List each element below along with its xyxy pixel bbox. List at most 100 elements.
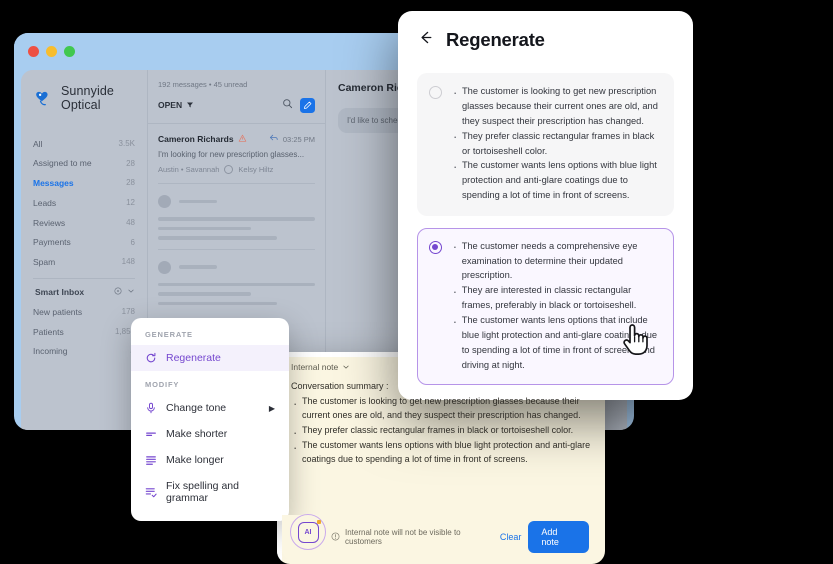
menu-item-regenerate[interactable]: Regenerate bbox=[131, 345, 289, 371]
menu-section-modify: MODIFY bbox=[145, 380, 180, 389]
spellcheck-icon bbox=[145, 486, 157, 498]
close-window-button[interactable] bbox=[28, 46, 39, 57]
placeholder-bar bbox=[158, 301, 278, 305]
ai-assist-button[interactable]: AI bbox=[290, 514, 326, 550]
compose-button[interactable] bbox=[300, 97, 315, 113]
placeholder-bar bbox=[158, 217, 315, 221]
avatar bbox=[224, 165, 234, 174]
brand: Sunnyide Optical bbox=[33, 84, 135, 112]
sidebar-divider bbox=[33, 278, 135, 280]
sidebar-item-label: Messages bbox=[33, 178, 74, 188]
minimize-window-button[interactable] bbox=[46, 46, 57, 57]
brand-name: Sunnyide Optical bbox=[61, 84, 114, 112]
sidebar-item-leads[interactable]: Leads 12 bbox=[33, 193, 135, 213]
menu-item-make-shorter[interactable]: Make shorter bbox=[131, 421, 289, 447]
note-hint-text: Internal note will not be visible to cus… bbox=[345, 528, 461, 546]
filter-icon bbox=[187, 102, 194, 108]
sidebar-item-label: All bbox=[33, 138, 43, 149]
placeholder-bar bbox=[179, 199, 217, 204]
maximize-window-button[interactable] bbox=[64, 46, 75, 57]
info-icon bbox=[331, 532, 340, 543]
sidebar-item-incoming[interactable]: Incoming 4 bbox=[33, 342, 135, 362]
filter-label: OPEN bbox=[158, 100, 183, 110]
ai-actions-context-menu: GENERATE Regenerate MODIFY Change tone ▶… bbox=[131, 318, 289, 521]
sidebar-item-new-patients[interactable]: New patients 178 bbox=[33, 302, 135, 322]
message-list-meta: 192 messages • 45 unread bbox=[158, 80, 248, 89]
menu-item-label: Regenerate bbox=[166, 352, 221, 364]
note-visibility-hint: Internal note will not be visible to cus… bbox=[331, 528, 493, 546]
sidebar-item-count: 28 bbox=[126, 178, 135, 188]
list-item[interactable] bbox=[158, 248, 315, 315]
sidebar-section-smart-inbox[interactable]: Smart Inbox bbox=[33, 284, 135, 302]
info-icon[interactable] bbox=[114, 287, 122, 297]
option-bullet-list: The customer is looking to get new presc… bbox=[452, 83, 663, 203]
add-note-button[interactable]: Add note bbox=[528, 521, 589, 553]
chevron-down-icon[interactable] bbox=[127, 287, 135, 297]
sidebar-item-label: New patients bbox=[33, 306, 83, 317]
sidebar-item-label: Reviews bbox=[33, 217, 66, 228]
screen: Sunnyide Optical All 3.5K Assigned to me… bbox=[0, 0, 833, 564]
message-tags: Austin • Savannah bbox=[158, 165, 220, 174]
internal-note-type-dropdown[interactable]: Internal note bbox=[291, 362, 591, 372]
radio-button[interactable] bbox=[428, 240, 442, 254]
message-sender-name: Cameron Richards bbox=[158, 134, 234, 144]
reply-icon bbox=[269, 133, 279, 145]
sidebar-item-label: Assigned to me bbox=[33, 158, 92, 169]
option-bullet: The customer is looking to get new presc… bbox=[452, 83, 663, 129]
option-bullet: They prefer classic rectangular frames i… bbox=[452, 127, 663, 159]
note-summary-title: Conversation summary : bbox=[291, 381, 389, 391]
chevron-down-icon bbox=[343, 365, 349, 369]
regenerate-option-1[interactable]: The customer is looking to get new presc… bbox=[417, 73, 674, 216]
refresh-icon bbox=[145, 352, 157, 364]
internal-note-label: Internal note bbox=[291, 362, 339, 372]
clear-button[interactable]: Clear bbox=[500, 532, 522, 542]
option-bullet: The customer needs a comprehensive eye e… bbox=[452, 237, 664, 284]
sidebar-item-count: 148 bbox=[121, 257, 135, 267]
ai-badge-label: AI bbox=[304, 528, 312, 536]
sidebar-item-reviews[interactable]: Reviews 48 bbox=[33, 213, 135, 233]
sidebar-item-label: Patients bbox=[33, 326, 64, 337]
sparkle-icon bbox=[316, 519, 321, 524]
placeholder-bar bbox=[158, 236, 278, 240]
note-bullet: They prefer classic rectangular frames i… bbox=[291, 423, 591, 443]
message-timestamp: 03:25 PM bbox=[282, 134, 315, 144]
sidebar-item-all[interactable]: All 3.5K bbox=[33, 134, 135, 154]
placeholder-bar bbox=[158, 292, 251, 296]
message-assignee: Kelsy Hiltz bbox=[238, 165, 274, 174]
ai-icon: AI bbox=[297, 519, 321, 543]
radio-button[interactable] bbox=[429, 86, 442, 99]
sidebar-item-spam[interactable]: Spam 148 bbox=[33, 253, 135, 273]
sidebar-item-assigned-to-me[interactable]: Assigned to me 28 bbox=[33, 154, 135, 174]
search-icon[interactable] bbox=[282, 96, 293, 114]
message-snippet: I'm looking for new prescription glasses… bbox=[158, 150, 305, 159]
avatar bbox=[158, 195, 171, 208]
placeholder-bar bbox=[158, 226, 251, 230]
list-item[interactable] bbox=[158, 183, 315, 249]
menu-item-label: Make shorter bbox=[166, 428, 228, 440]
menu-item-make-longer[interactable]: Make longer bbox=[131, 447, 289, 473]
chevron-right-icon: ▶ bbox=[268, 403, 275, 413]
list-item[interactable]: Cameron Richards 03:25 PM I'm looking fo… bbox=[158, 133, 315, 183]
note-bullet-list: The customer is looking to get new presc… bbox=[291, 394, 591, 467]
app-logo-icon bbox=[33, 89, 52, 108]
note-bullet: The customer is looking to get new presc… bbox=[291, 394, 591, 423]
sidebar-item-label: Payments bbox=[33, 237, 71, 248]
longer-icon bbox=[145, 454, 157, 466]
sidebar-item-payments[interactable]: Payments 6 bbox=[33, 233, 135, 253]
sidebar-item-patients[interactable]: Patients 1,856 bbox=[33, 322, 135, 342]
sidebar-item-messages[interactable]: Messages 28 bbox=[33, 174, 135, 194]
filter-open-dropdown[interactable]: OPEN bbox=[158, 100, 194, 110]
toolbar-divider bbox=[148, 123, 325, 124]
sidebar-item-label: Spam bbox=[33, 257, 56, 267]
menu-item-change-tone[interactable]: Change tone ▶ bbox=[131, 395, 289, 421]
menu-item-label: Change tone bbox=[166, 402, 227, 414]
page-title: Regenerate bbox=[446, 29, 545, 50]
tone-icon bbox=[145, 402, 157, 414]
sidebar-section-label: Smart Inbox bbox=[35, 287, 85, 298]
sidebar-item-label: Leads bbox=[33, 197, 57, 208]
message-list-toolbar: OPEN bbox=[158, 96, 315, 114]
placeholder-bar bbox=[158, 282, 315, 286]
menu-item-fix-spelling-and-grammar[interactable]: Fix spelling and grammar bbox=[131, 473, 289, 511]
back-arrow-icon[interactable] bbox=[417, 29, 434, 51]
sidebar-item-count: 178 bbox=[121, 307, 135, 317]
